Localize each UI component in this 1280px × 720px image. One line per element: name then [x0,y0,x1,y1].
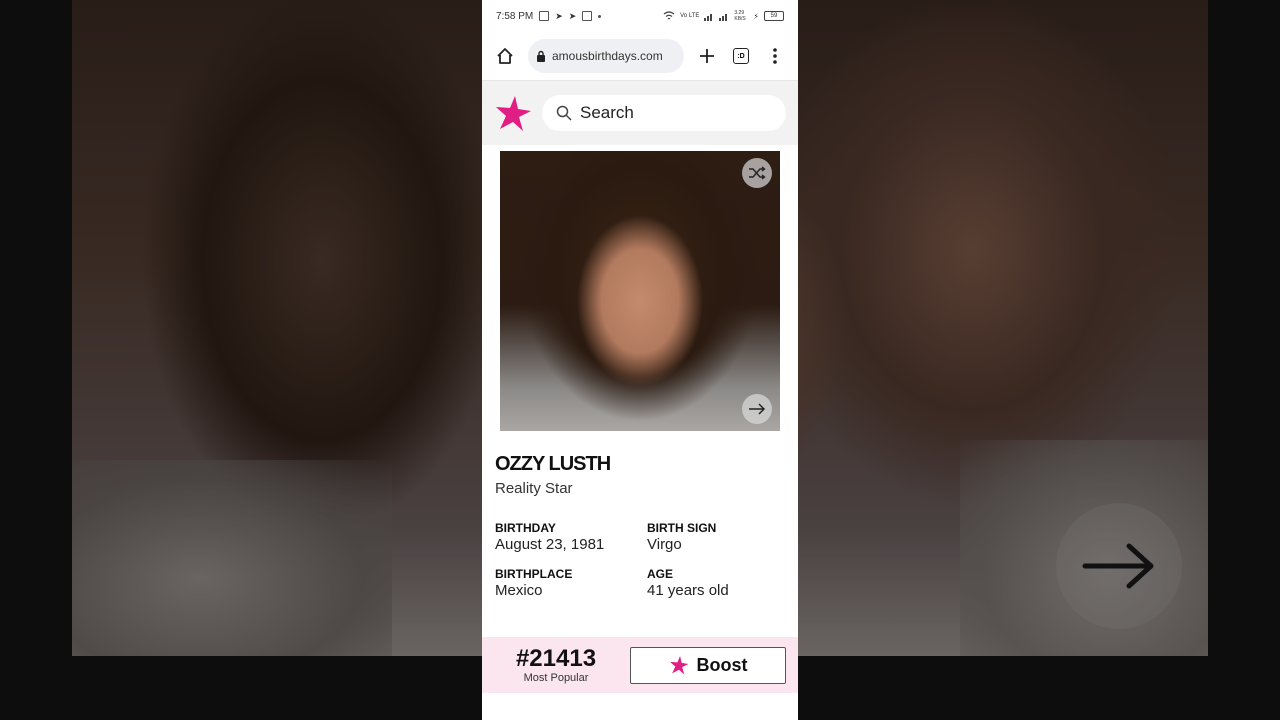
signal-icon-2 [719,13,728,21]
rank-number: #21413 [515,645,597,672]
status-time: 7:58 PM [496,10,534,22]
app-notification-icon [582,11,593,21]
fact-value[interactable]: August 23, 1981 [495,536,647,553]
site-logo-star-icon[interactable] [494,94,532,132]
fact-value[interactable]: Mexico [495,582,647,599]
telegram-icon: ➤ [568,10,577,21]
browser-menu-button[interactable] [764,45,786,67]
tab-switcher-icon: :D [733,48,749,64]
profile-info: OZZY LUSTH Reality Star BIRTHDAY August … [482,431,798,599]
background-shirt-left [72,460,392,656]
fact-birth-sign: BIRTH SIGN Virgo [647,521,787,553]
status-bar: 7:58 PM ➤ ➤ Vo LTE 3.29 KB/S ⚡ 59 [482,0,798,32]
more-vert-icon [773,48,777,64]
fact-age: AGE 41 years old [647,567,787,599]
shuffle-button[interactable] [742,158,772,188]
url-bar[interactable]: amousbirthdays.com [528,39,684,73]
fact-label: BIRTH SIGN [647,521,717,535]
volte-icon: Vo LTE [680,13,700,19]
home-button[interactable] [494,45,516,67]
telegram-icon: ➤ [555,10,563,21]
battery-icon: 59 [764,11,784,21]
profile-facts: BIRTHDAY August 23, 1981 BIRTH SIGN Virg… [495,521,785,599]
fact-birthday: BIRTHDAY August 23, 1981 [495,521,647,553]
new-tab-button[interactable] [696,45,718,67]
plus-icon [700,49,714,63]
fact-birthplace: BIRTHPLACE Mexico [495,567,647,599]
boost-label: Boost [696,654,748,675]
network-speed: 3.29 KB/S [734,10,746,22]
browser-toolbar: amousbirthdays.com :D [482,32,798,81]
site-header: Search [482,81,798,145]
fact-label: BIRTHPLACE [495,567,573,581]
profile-name: OZZY LUSTH [495,453,611,475]
phone-screen: 7:58 PM ➤ ➤ Vo LTE 3.29 KB/S ⚡ 59 amousb… [482,0,798,720]
tab-switcher-button[interactable]: :D [730,45,752,67]
rank-block: #21413 Most Popular [482,645,630,685]
data-saver-icon: ⚡ [753,11,759,21]
profile-photo-container [500,151,780,431]
popularity-rank-bar: #21413 Most Popular Boost [482,637,798,693]
search-placeholder: Search [580,103,634,122]
wifi-icon [663,11,675,20]
profile-photo [500,151,780,431]
profile-profession[interactable]: Reality Star [495,480,785,497]
signal-icon [704,13,713,21]
fact-label: BIRTHDAY [495,521,556,535]
more-notifications-dot [598,14,602,18]
lock-icon [537,50,545,62]
fact-value[interactable]: Virgo [647,536,787,553]
rank-label: Most Popular [523,672,589,684]
url-text: amousbirthdays.com [552,49,663,63]
arrow-right-icon [749,403,766,415]
shuffle-icon [749,166,766,180]
fact-value: 41 years old [647,582,729,599]
boost-button[interactable]: Boost [630,646,786,684]
next-photo-button[interactable] [742,394,772,424]
background-arrow-icon [1056,503,1182,629]
notification-icon [539,11,550,21]
search-input[interactable]: Search [542,95,786,131]
home-icon [497,48,513,64]
search-icon [556,105,572,121]
star-icon [669,656,688,675]
fact-label: AGE [647,567,674,581]
